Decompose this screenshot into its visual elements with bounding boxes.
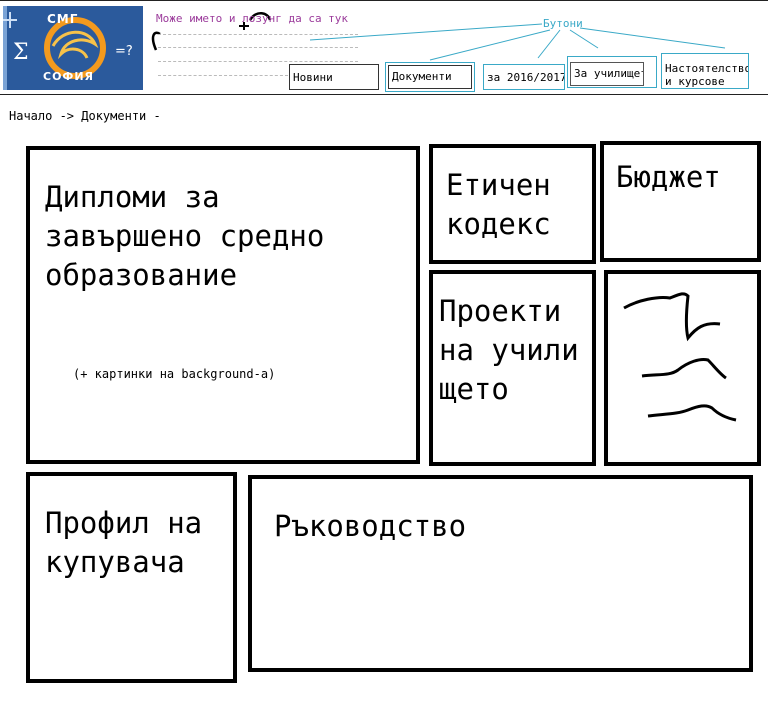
tile-ethics-code-title: Етичен кодекс	[446, 168, 551, 241]
tile-diplomas-title: Дипломи за завършено средно образование	[45, 180, 325, 292]
tile-diplomas-note: (+ картинки на background-a)	[73, 367, 276, 381]
tile-management[interactable]: Ръководство	[248, 475, 753, 672]
placeholder-line	[158, 75, 288, 76]
nav-button-documents[interactable]: Документи	[388, 65, 472, 89]
logo-text-top: СМГ	[47, 12, 79, 26]
scribble-placeholder-icon	[623, 292, 737, 422]
tile-buyer-profile[interactable]: Профил на купувача	[26, 472, 237, 683]
tile-buyer-profile-title: Профил на купувача	[45, 506, 203, 579]
tile-management-title: Ръководство	[274, 509, 467, 543]
tile-ethics-code[interactable]: Етичен кодекс	[429, 144, 596, 264]
tile-budget-title: Бюджет	[616, 160, 721, 194]
nav-button-board[interactable]: Настоятелство и курсове	[661, 53, 749, 89]
tile-school-projects-title: Проекти на училището	[439, 294, 579, 406]
logo-eq: =?	[115, 44, 133, 59]
logo-text-bottom: СОФИЯ	[43, 70, 95, 83]
nav-button-school[interactable]: За училището	[570, 62, 644, 86]
nav-button-news[interactable]: Новини	[289, 64, 379, 90]
tile-diplomas[interactable]: Дипломи за завършено средно образование …	[26, 146, 420, 464]
tile-school-projects[interactable]: Проекти на училището	[429, 270, 596, 466]
breadcrumb[interactable]: Начало -> Документи -	[9, 109, 161, 123]
logo-sigma: Σ	[13, 40, 29, 65]
school-logo[interactable]: СМГ Σ =? СОФИЯ	[3, 6, 143, 90]
tile-budget[interactable]: Бюджет	[600, 141, 761, 262]
tile-scribble-image[interactable]	[604, 270, 761, 466]
nav-button-2016-2017[interactable]: за 2016/2017	[483, 64, 565, 90]
